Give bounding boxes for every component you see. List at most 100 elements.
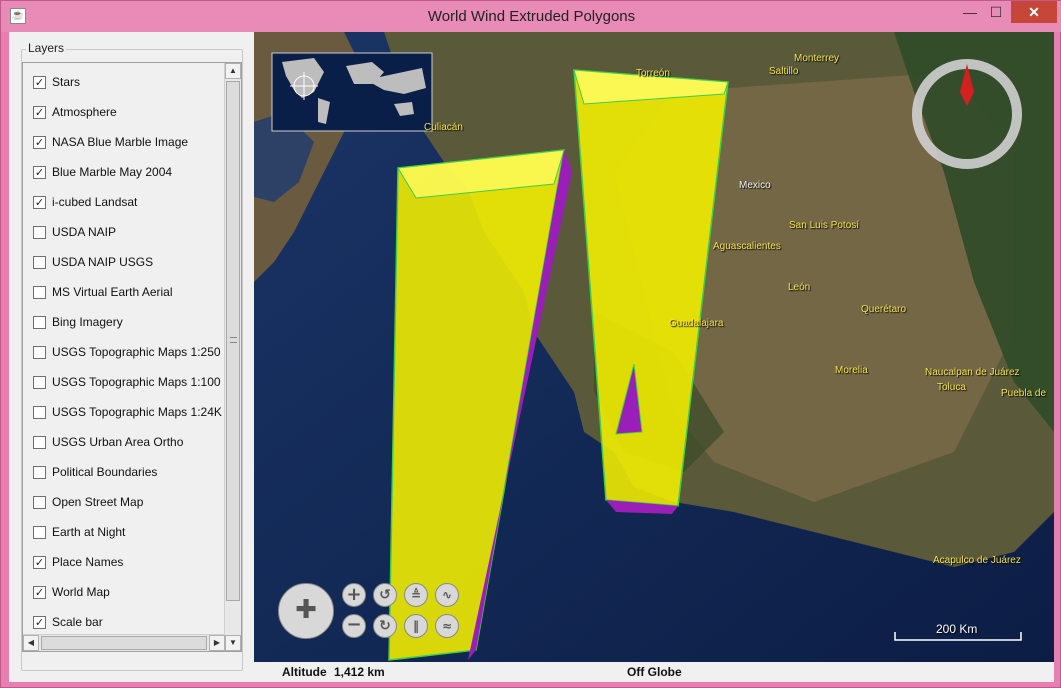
place-name-label: Acapulco de Juárez [933,555,1021,566]
client-area: Layers ✓ Stars ✓ Atmosphere ✓ NASA Blue Marbl… [9,32,1054,682]
heading-left-icon[interactable]: ↺ [373,583,397,607]
exaggeration-down-icon[interactable]: ≈ [435,614,459,638]
layer-label: i-cubed Landsat [52,195,138,209]
layer-checkbox[interactable] [33,315,46,329]
layer-label: Place Names [52,555,124,569]
layer-label: USDA NAIP USGS [52,255,154,269]
vertical-scroll-thumb[interactable] [226,81,240,601]
world-wind-globe-view[interactable]: Monterrey Saltillo Torreón Culiacán Mexico Sa… [254,32,1054,662]
pan-control-icon[interactable]: ✚ [278,583,334,639]
scroll-down-icon[interactable]: ▼ [225,635,241,651]
layer-checkbox[interactable]: ✓ [33,75,46,89]
layer-checkbox[interactable] [33,285,46,299]
layer-checkbox[interactable]: ✓ [33,135,46,149]
exaggeration-up-icon[interactable]: ∿ [435,583,459,607]
layer-label: Open Street Map [52,495,144,509]
pitch-down-icon[interactable]: ‖ [404,614,428,638]
vertical-scrollbar[interactable]: ▲ ▼ [224,63,241,651]
zoom-in-icon[interactable]: + [342,583,366,607]
layer-item[interactable]: ✓ Atmosphere [33,103,117,121]
layer-item[interactable]: ✓ Place Names [33,553,123,571]
place-name-label: Saltillo [769,66,799,77]
grip-icon [230,337,237,343]
layer-item[interactable]: USGS Topographic Maps 1:24K [33,403,222,421]
close-button[interactable]: ✕ [1011,1,1057,23]
scroll-up-icon[interactable]: ▲ [225,63,241,79]
layer-label: Atmosphere [52,105,117,119]
place-name-label: Toluca [937,382,966,393]
layer-item[interactable]: USGS Topographic Maps 1:100 [33,373,221,391]
layer-item[interactable]: Political Boundaries [33,463,157,481]
layer-item[interactable]: USDA NAIP USGS [33,253,153,271]
scroll-right-icon[interactable]: ▶ [209,635,225,651]
pitch-up-icon[interactable]: ≜ [404,583,428,607]
horizontal-scrollbar[interactable]: ◀ ▶ [23,634,225,651]
layer-checkbox[interactable]: ✓ [33,585,46,599]
layer-label: Political Boundaries [52,465,158,479]
title-bar[interactable]: ☕ World Wind Extruded Polygons — ☐ ✕ [1,1,1061,32]
layer-label: USGS Topographic Maps 1:24K [52,405,222,419]
layer-item[interactable]: MS Virtual Earth Aerial [33,283,173,301]
layer-checkbox[interactable] [33,435,46,449]
layer-label: Earth at Night [52,525,126,539]
layer-label: USGS Topographic Maps 1:250 [52,345,221,359]
layer-label: Bing Imagery [52,315,123,329]
place-name-label: Mexico [739,180,771,191]
app-window: ☕ World Wind Extruded Polygons — ☐ ✕ Lay… [0,0,1061,688]
scale-bar-label: 200 Km [936,622,978,636]
layers-panel: Layers ✓ Stars ✓ Atmosphere ✓ NASA Blue Marbl… [21,41,243,671]
place-name-label: Puebla de [1001,388,1047,399]
horizontal-scroll-thumb[interactable] [41,636,207,650]
minimize-button[interactable]: — [959,1,981,23]
layer-item[interactable]: ✓ Stars [33,73,80,91]
layer-checkbox[interactable] [33,255,46,269]
layer-checkbox[interactable] [33,465,46,479]
layer-item[interactable]: ✓ Blue Marble May 2004 [33,163,172,181]
layer-checkbox[interactable] [33,225,46,239]
scroll-left-icon[interactable]: ◀ [23,635,39,651]
layer-item[interactable]: USDA NAIP [33,223,116,241]
layer-item[interactable]: USGS Urban Area Ortho [33,433,183,451]
layer-item[interactable]: ✓ World Map [33,583,110,601]
place-name-label: Torreón [636,68,670,79]
layer-list-scrollpane[interactable]: ✓ Stars ✓ Atmosphere ✓ NASA Blue Marble Image… [22,62,242,652]
heading-right-icon[interactable]: ↻ [373,614,397,638]
maximize-button[interactable]: ☐ [985,1,1007,23]
map-imagery [254,32,1054,662]
place-name-label: Culiacán [424,122,463,133]
layer-item[interactable]: Earth at Night [33,523,125,541]
layer-label: Stars [52,75,81,89]
layer-checkbox[interactable]: ✓ [33,105,46,119]
layer-label: World Map [52,585,110,599]
layer-item[interactable]: Bing Imagery [33,313,123,331]
layer-item[interactable]: ✓ NASA Blue Marble Image [33,133,188,151]
layer-checkbox[interactable]: ✓ [33,555,46,569]
layer-item[interactable]: ✓ i-cubed Landsat [33,193,137,211]
altitude-value: 1,412 km [334,665,385,679]
globe-position-status: Off Globe [627,665,682,679]
layer-label: MS Virtual Earth Aerial [52,285,173,299]
layer-label: USGS Topographic Maps 1:100 [52,375,221,389]
altitude-label: Altitude [282,665,327,679]
layer-label: USDA NAIP [52,225,117,239]
place-name-label: San Luis Potosí [789,220,860,231]
layer-checkbox[interactable]: ✓ [33,165,46,179]
layer-checkbox[interactable] [33,405,46,419]
layer-checkbox[interactable] [33,345,46,359]
layer-checkbox[interactable]: ✓ [33,195,46,209]
layers-panel-title: Layers [26,41,67,55]
place-name-label: Monterrey [794,53,840,64]
window-title: World Wind Extruded Polygons [427,8,636,25]
layer-checkbox[interactable]: ✓ [33,615,46,629]
layer-item[interactable]: Open Street Map [33,493,143,511]
layer-item[interactable]: USGS Topographic Maps 1:250 [33,343,221,361]
layer-label: NASA Blue Marble Image [52,135,189,149]
layer-checkbox[interactable] [33,525,46,539]
layer-item[interactable]: ✓ Scale bar [33,613,103,631]
place-name-label: León [788,282,811,293]
status-bar: Altitude 1,412 km Off Globe [254,662,1054,682]
zoom-out-icon[interactable]: − [342,614,366,638]
place-name-label: Morelia [835,365,868,376]
layer-checkbox[interactable] [33,495,46,509]
layer-checkbox[interactable] [33,375,46,389]
